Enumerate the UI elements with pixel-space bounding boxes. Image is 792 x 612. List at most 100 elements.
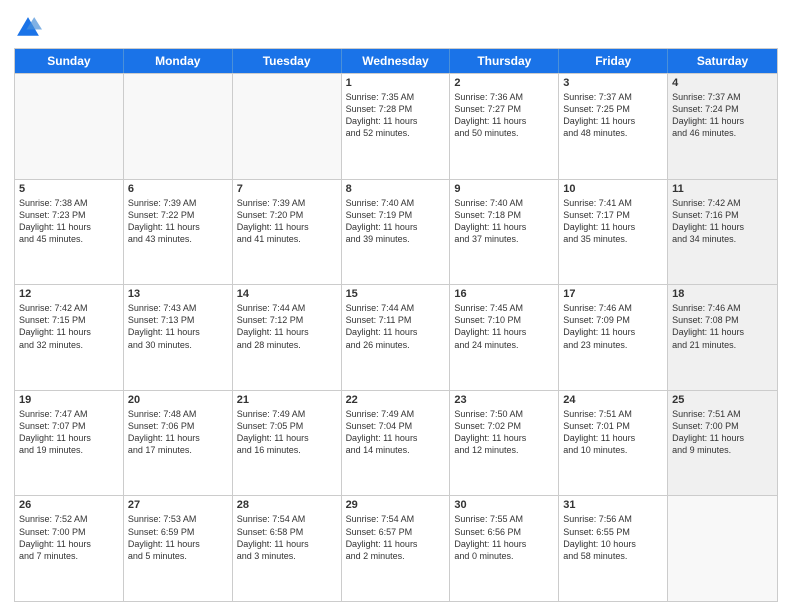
calendar-cell-8: 8 Sunrise: 7:40 AMSunset: 7:19 PMDaylight… bbox=[342, 180, 451, 285]
calendar-cell-empty bbox=[668, 496, 777, 601]
day-info: Sunrise: 7:52 AMSunset: 7:00 PMDaylight:… bbox=[19, 513, 119, 562]
calendar-cell-21: 21 Sunrise: 7:49 AMSunset: 7:05 PMDayligh… bbox=[233, 391, 342, 496]
calendar-cell-10: 10 Sunrise: 7:41 AMSunset: 7:17 PMDayligh… bbox=[559, 180, 668, 285]
day-info: Sunrise: 7:54 AMSunset: 6:58 PMDaylight:… bbox=[237, 513, 337, 562]
day-number: 23 bbox=[454, 394, 554, 406]
day-number: 16 bbox=[454, 288, 554, 300]
day-number: 13 bbox=[128, 288, 228, 300]
day-info: Sunrise: 7:44 AMSunset: 7:11 PMDaylight:… bbox=[346, 302, 446, 351]
calendar-cell-11: 11 Sunrise: 7:42 AMSunset: 7:16 PMDayligh… bbox=[668, 180, 777, 285]
calendar-cell-20: 20 Sunrise: 7:48 AMSunset: 7:06 PMDayligh… bbox=[124, 391, 233, 496]
day-info: Sunrise: 7:40 AMSunset: 7:19 PMDaylight:… bbox=[346, 197, 446, 246]
calendar-cell-4: 4 Sunrise: 7:37 AMSunset: 7:24 PMDaylight… bbox=[668, 74, 777, 179]
day-info: Sunrise: 7:45 AMSunset: 7:10 PMDaylight:… bbox=[454, 302, 554, 351]
calendar-cell-14: 14 Sunrise: 7:44 AMSunset: 7:12 PMDayligh… bbox=[233, 285, 342, 390]
header-day-wednesday: Wednesday bbox=[342, 49, 451, 73]
day-info: Sunrise: 7:56 AMSunset: 6:55 PMDaylight:… bbox=[563, 513, 663, 562]
calendar-cell-empty bbox=[124, 74, 233, 179]
calendar-cell-3: 3 Sunrise: 7:37 AMSunset: 7:25 PMDaylight… bbox=[559, 74, 668, 179]
day-info: Sunrise: 7:37 AMSunset: 7:25 PMDaylight:… bbox=[563, 91, 663, 140]
calendar-cell-2: 2 Sunrise: 7:36 AMSunset: 7:27 PMDaylight… bbox=[450, 74, 559, 179]
calendar-header: SundayMondayTuesdayWednesdayThursdayFrid… bbox=[15, 49, 777, 73]
day-info: Sunrise: 7:48 AMSunset: 7:06 PMDaylight:… bbox=[128, 408, 228, 457]
day-number: 19 bbox=[19, 394, 119, 406]
day-info: Sunrise: 7:43 AMSunset: 7:13 PMDaylight:… bbox=[128, 302, 228, 351]
day-number: 18 bbox=[672, 288, 773, 300]
calendar-row-1: 5 Sunrise: 7:38 AMSunset: 7:23 PMDaylight… bbox=[15, 179, 777, 285]
calendar-cell-12: 12 Sunrise: 7:42 AMSunset: 7:15 PMDayligh… bbox=[15, 285, 124, 390]
day-info: Sunrise: 7:44 AMSunset: 7:12 PMDaylight:… bbox=[237, 302, 337, 351]
calendar-cell-23: 23 Sunrise: 7:50 AMSunset: 7:02 PMDayligh… bbox=[450, 391, 559, 496]
calendar-cell-1: 1 Sunrise: 7:35 AMSunset: 7:28 PMDaylight… bbox=[342, 74, 451, 179]
day-number: 10 bbox=[563, 183, 663, 195]
day-number: 6 bbox=[128, 183, 228, 195]
header-day-monday: Monday bbox=[124, 49, 233, 73]
calendar: SundayMondayTuesdayWednesdayThursdayFrid… bbox=[14, 48, 778, 602]
day-number: 20 bbox=[128, 394, 228, 406]
calendar-cell-28: 28 Sunrise: 7:54 AMSunset: 6:58 PMDayligh… bbox=[233, 496, 342, 601]
calendar-cell-18: 18Sunrise: 7:46 AMSunset: 7:08 PMDayligh… bbox=[668, 285, 777, 390]
day-number: 1 bbox=[346, 77, 446, 89]
day-info: Sunrise: 7:50 AMSunset: 7:02 PMDaylight:… bbox=[454, 408, 554, 457]
calendar-cell-31: 31 Sunrise: 7:56 AMSunset: 6:55 PMDayligh… bbox=[559, 496, 668, 601]
calendar-cell-5: 5 Sunrise: 7:38 AMSunset: 7:23 PMDaylight… bbox=[15, 180, 124, 285]
day-number: 15 bbox=[346, 288, 446, 300]
logo-icon bbox=[14, 14, 42, 42]
day-info: Sunrise: 7:51 AMSunset: 7:01 PMDaylight:… bbox=[563, 408, 663, 457]
day-number: 8 bbox=[346, 183, 446, 195]
day-info: Sunrise: 7:38 AMSunset: 7:23 PMDaylight:… bbox=[19, 197, 119, 246]
day-number: 29 bbox=[346, 499, 446, 511]
day-info: Sunrise: 7:42 AMSunset: 7:16 PMDaylight:… bbox=[672, 197, 773, 246]
day-number: 2 bbox=[454, 77, 554, 89]
day-number: 14 bbox=[237, 288, 337, 300]
day-info: Sunrise: 7:40 AMSunset: 7:18 PMDaylight:… bbox=[454, 197, 554, 246]
day-number: 31 bbox=[563, 499, 663, 511]
day-info: Sunrise: 7:49 AMSunset: 7:05 PMDaylight:… bbox=[237, 408, 337, 457]
calendar-cell-6: 6Sunrise: 7:39 AMSunset: 7:22 PMDaylight… bbox=[124, 180, 233, 285]
header-day-friday: Friday bbox=[559, 49, 668, 73]
calendar-cell-7: 7Sunrise: 7:39 AMSunset: 7:20 PMDaylight… bbox=[233, 180, 342, 285]
page-container: SundayMondayTuesdayWednesdayThursdayFrid… bbox=[0, 0, 792, 612]
day-info: Sunrise: 7:37 AMSunset: 7:24 PMDaylight:… bbox=[672, 91, 773, 140]
day-info: Sunrise: 7:35 AMSunset: 7:28 PMDaylight:… bbox=[346, 91, 446, 140]
calendar-row-3: 19Sunrise: 7:47 AMSunset: 7:07 PMDayligh… bbox=[15, 390, 777, 496]
calendar-cell-empty bbox=[233, 74, 342, 179]
day-info: Sunrise: 7:49 AMSunset: 7:04 PMDaylight:… bbox=[346, 408, 446, 457]
calendar-cell-9: 9 Sunrise: 7:40 AMSunset: 7:18 PMDaylight… bbox=[450, 180, 559, 285]
day-number: 21 bbox=[237, 394, 337, 406]
day-info: Sunrise: 7:55 AMSunset: 6:56 PMDaylight:… bbox=[454, 513, 554, 562]
day-number: 9 bbox=[454, 183, 554, 195]
day-number: 26 bbox=[19, 499, 119, 511]
header bbox=[14, 10, 778, 42]
day-number: 12 bbox=[19, 288, 119, 300]
day-info: Sunrise: 7:36 AMSunset: 7:27 PMDaylight:… bbox=[454, 91, 554, 140]
day-number: 24 bbox=[563, 394, 663, 406]
calendar-row-4: 26 Sunrise: 7:52 AMSunset: 7:00 PMDayligh… bbox=[15, 495, 777, 601]
calendar-cell-17: 17 Sunrise: 7:46 AMSunset: 7:09 PMDayligh… bbox=[559, 285, 668, 390]
day-number: 17 bbox=[563, 288, 663, 300]
calendar-cell-22: 22Sunrise: 7:49 AMSunset: 7:04 PMDayligh… bbox=[342, 391, 451, 496]
calendar-cell-30: 30 Sunrise: 7:55 AMSunset: 6:56 PMDayligh… bbox=[450, 496, 559, 601]
day-info: Sunrise: 7:42 AMSunset: 7:15 PMDaylight:… bbox=[19, 302, 119, 351]
calendar-cell-26: 26 Sunrise: 7:52 AMSunset: 7:00 PMDayligh… bbox=[15, 496, 124, 601]
day-number: 25 bbox=[672, 394, 773, 406]
calendar-row-2: 12 Sunrise: 7:42 AMSunset: 7:15 PMDayligh… bbox=[15, 284, 777, 390]
calendar-cell-16: 16 Sunrise: 7:45 AMSunset: 7:10 PMDayligh… bbox=[450, 285, 559, 390]
calendar-row-0: 1 Sunrise: 7:35 AMSunset: 7:28 PMDaylight… bbox=[15, 73, 777, 179]
day-number: 27 bbox=[128, 499, 228, 511]
day-number: 11 bbox=[672, 183, 773, 195]
day-number: 30 bbox=[454, 499, 554, 511]
day-info: Sunrise: 7:41 AMSunset: 7:17 PMDaylight:… bbox=[563, 197, 663, 246]
header-day-thursday: Thursday bbox=[450, 49, 559, 73]
calendar-body: 1 Sunrise: 7:35 AMSunset: 7:28 PMDaylight… bbox=[15, 73, 777, 601]
calendar-cell-24: 24 Sunrise: 7:51 AMSunset: 7:01 PMDayligh… bbox=[559, 391, 668, 496]
day-info: Sunrise: 7:46 AMSunset: 7:09 PMDaylight:… bbox=[563, 302, 663, 351]
header-day-tuesday: Tuesday bbox=[233, 49, 342, 73]
day-info: Sunrise: 7:53 AMSunset: 6:59 PMDaylight:… bbox=[128, 513, 228, 562]
calendar-cell-13: 13 Sunrise: 7:43 AMSunset: 7:13 PMDayligh… bbox=[124, 285, 233, 390]
header-day-sunday: Sunday bbox=[15, 49, 124, 73]
day-number: 3 bbox=[563, 77, 663, 89]
day-number: 5 bbox=[19, 183, 119, 195]
day-number: 28 bbox=[237, 499, 337, 511]
day-number: 4 bbox=[672, 77, 773, 89]
